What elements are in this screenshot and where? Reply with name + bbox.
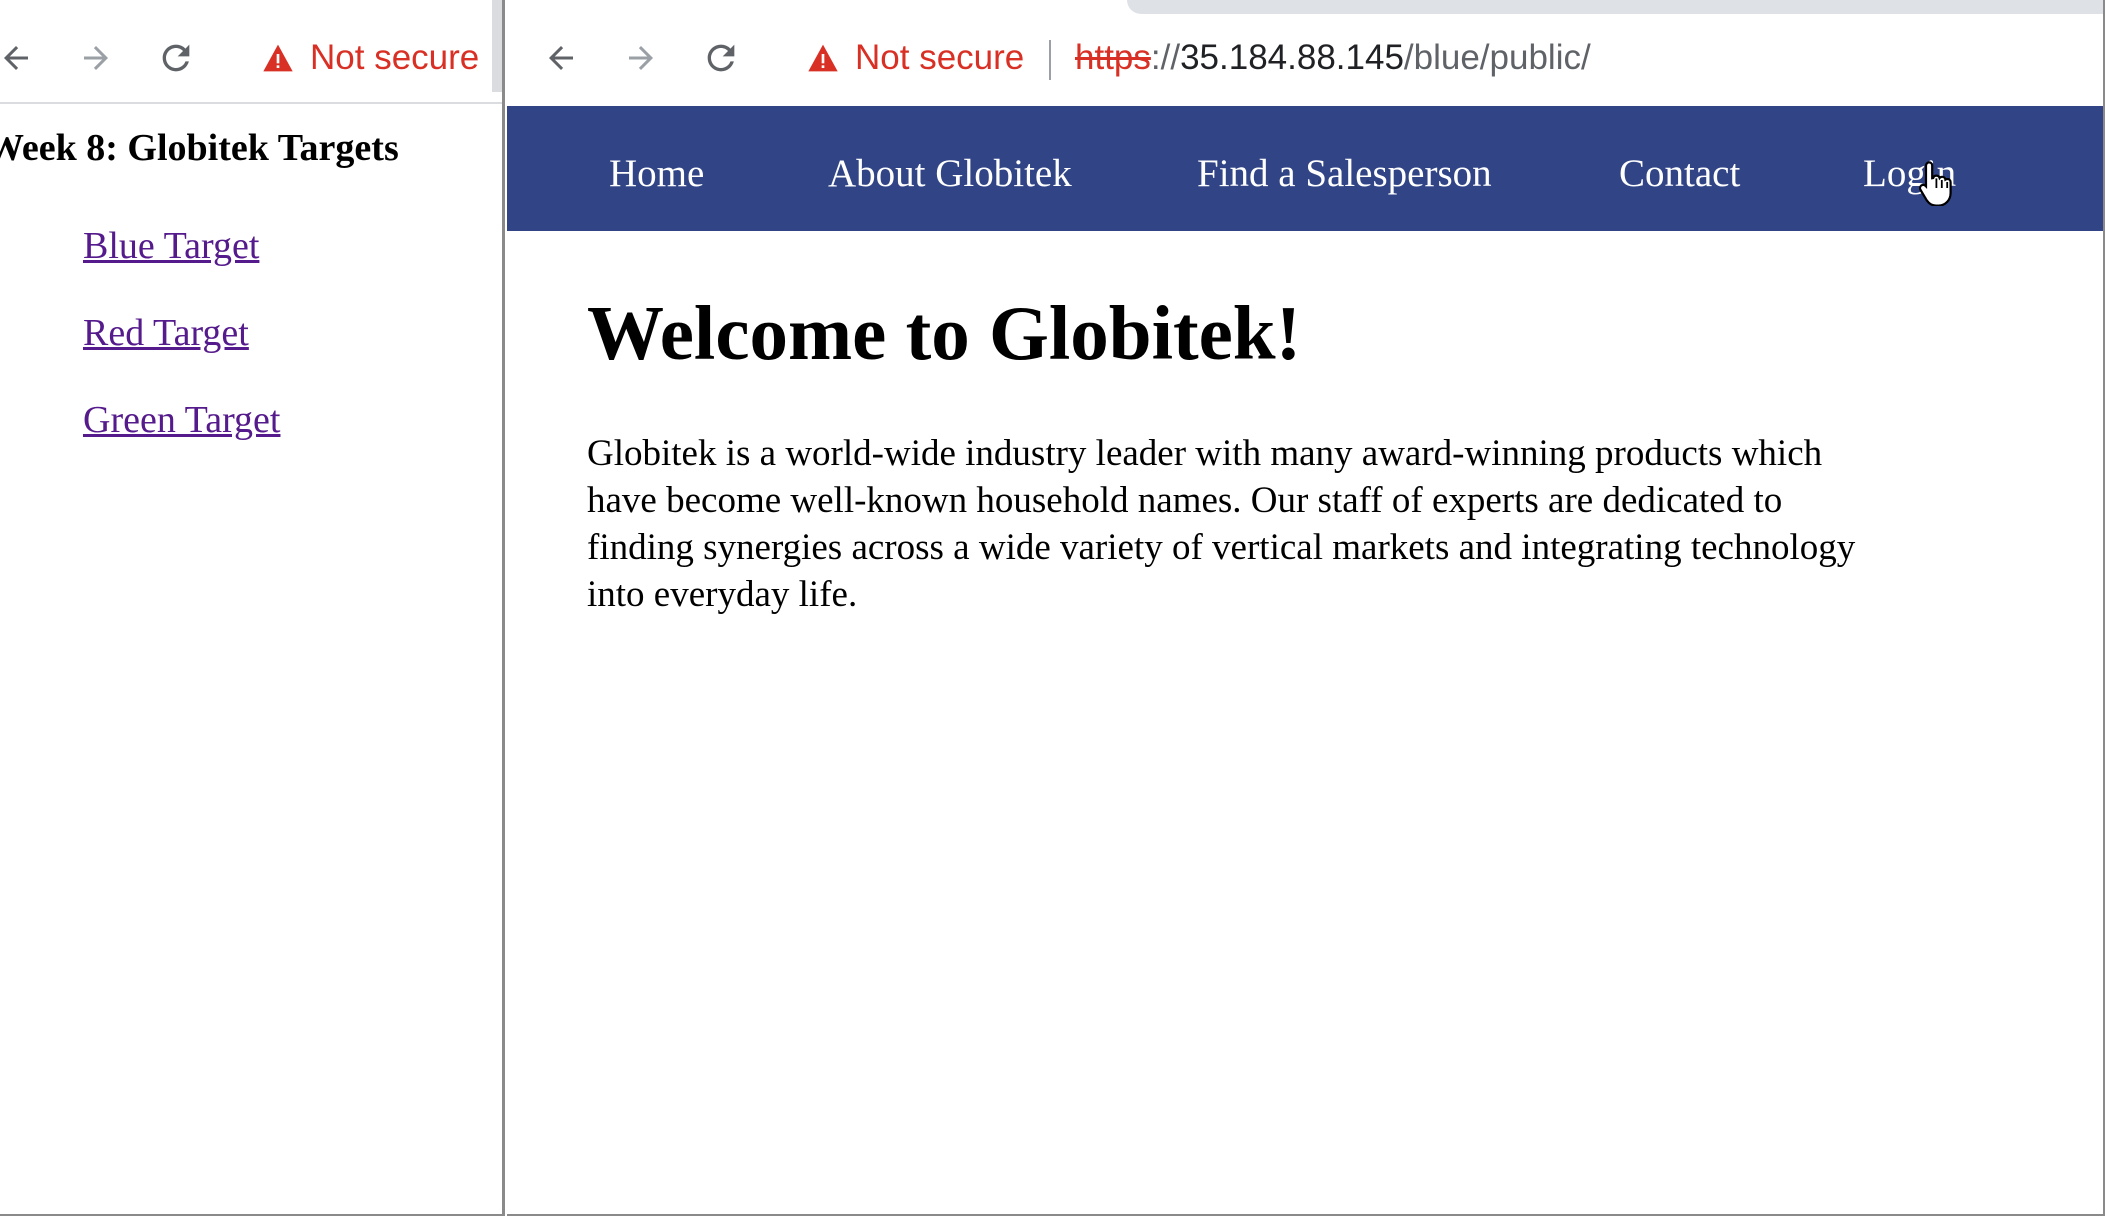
left-browser-window: Not secure Week 8: Globitek Targets Blue… bbox=[0, 0, 505, 1216]
reload-icon[interactable] bbox=[701, 38, 741, 78]
tabstrip-edge bbox=[492, 0, 502, 92]
forward-arrow-icon[interactable] bbox=[76, 38, 116, 78]
page-title: Welcome to Globitek! bbox=[587, 290, 1302, 376]
green-target-link[interactable]: Green Target bbox=[83, 399, 280, 441]
left-page-content: Week 8: Globitek Targets Blue Target Red… bbox=[0, 104, 502, 1214]
security-indicator[interactable]: Not secure bbox=[262, 36, 479, 80]
security-label: Not secure bbox=[310, 38, 480, 77]
url-scheme: https bbox=[1075, 38, 1151, 77]
right-browser-window: Not secure https://35.184.88.145/blue/pu… bbox=[507, 0, 2105, 1216]
list-item: Blue Target bbox=[83, 224, 280, 311]
nav-find-a-salesperson[interactable]: Find a Salesperson bbox=[1197, 106, 1492, 231]
nav-contact[interactable]: Contact bbox=[1619, 106, 1740, 231]
url-separator: :// bbox=[1150, 38, 1181, 77]
back-arrow-icon[interactable] bbox=[0, 38, 36, 78]
address-bar-url[interactable]: https://35.184.88.145/blue/public/ bbox=[1075, 36, 1591, 80]
intro-paragraph: Globitek is a world-wide industry leader… bbox=[587, 433, 1856, 615]
list-item: Red Target bbox=[83, 311, 280, 398]
target-link-list: Blue Target Red Target Green Target bbox=[83, 224, 280, 485]
nav-home[interactable]: Home bbox=[609, 106, 704, 231]
url-host: 35.184.88.145 bbox=[1180, 38, 1404, 77]
tabstrip-edge bbox=[1127, 0, 2103, 14]
reload-icon[interactable] bbox=[156, 38, 196, 78]
screen: Not secure Week 8: Globitek Targets Blue… bbox=[0, 0, 2105, 1216]
blue-target-link[interactable]: Blue Target bbox=[83, 225, 259, 267]
right-browser-toolbar: Not secure https://35.184.88.145/blue/pu… bbox=[507, 0, 2103, 106]
list-item: Green Target bbox=[83, 398, 280, 485]
red-target-link[interactable]: Red Target bbox=[83, 312, 249, 354]
left-browser-toolbar: Not secure bbox=[0, 0, 502, 104]
hand-pointer-icon bbox=[1918, 160, 1954, 211]
forward-arrow-icon[interactable] bbox=[621, 38, 661, 78]
url-divider bbox=[1049, 40, 1051, 80]
back-arrow-icon[interactable] bbox=[541, 38, 581, 78]
page-heading: Week 8: Globitek Targets bbox=[0, 127, 399, 169]
nav-about-globitek[interactable]: About Globitek bbox=[828, 106, 1072, 231]
url-path: /blue/public/ bbox=[1403, 38, 1591, 77]
warning-triangle-icon bbox=[262, 43, 294, 73]
security-label: Not secure bbox=[855, 38, 1025, 77]
security-indicator[interactable]: Not secure bbox=[807, 36, 1024, 80]
warning-triangle-icon bbox=[807, 43, 839, 73]
site-navigation-bar: Home About Globitek Find a Salesperson C… bbox=[507, 106, 2103, 231]
